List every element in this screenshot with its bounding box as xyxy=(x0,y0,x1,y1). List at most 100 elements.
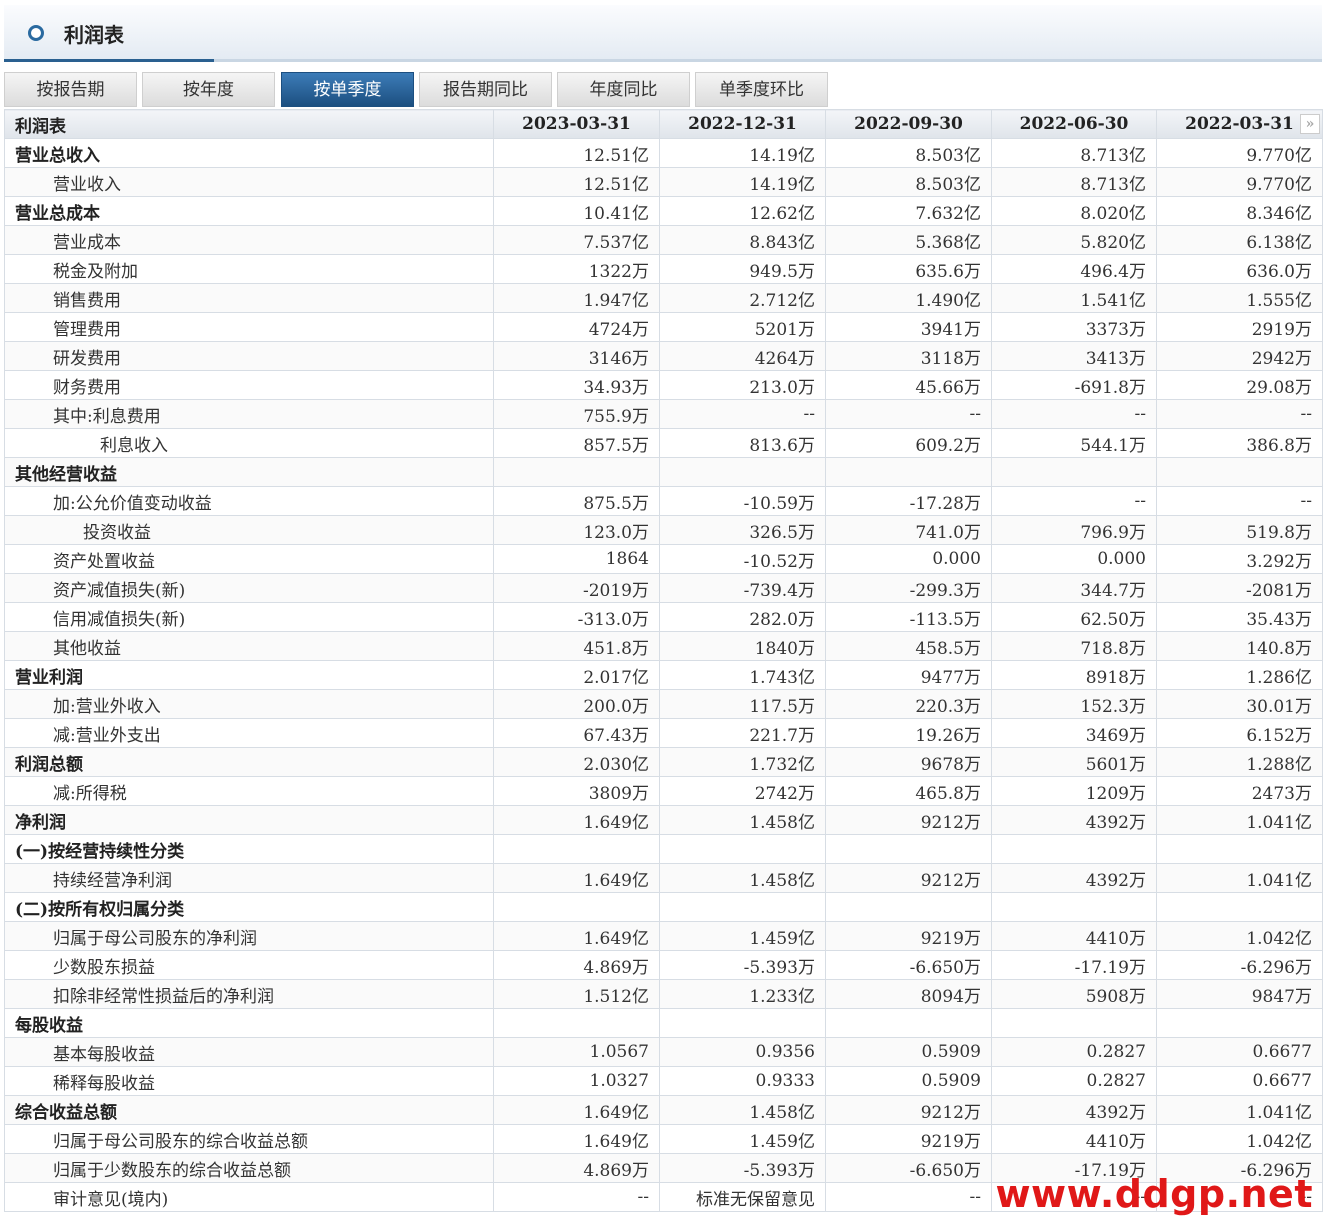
table-cell: 3469万 xyxy=(991,718,1157,748)
row-label: 营业成本 xyxy=(4,225,494,255)
table-cell: 1.649亿 xyxy=(493,921,660,951)
table-cell xyxy=(825,457,992,487)
table-cell: 0.6677 xyxy=(1156,1037,1323,1067)
table-cell: 3.292万 xyxy=(1156,544,1323,574)
table-cell: 4392万 xyxy=(991,1095,1157,1125)
table-cell: 4410万 xyxy=(991,1124,1157,1154)
table-row: 营业利润 2.017亿 1.743亿 9477万 8918万 1.286亿 xyxy=(4,660,1323,690)
page-title: 利润表 xyxy=(64,23,124,47)
table-cell xyxy=(493,1008,660,1038)
table-cell: 12.62亿 xyxy=(659,196,826,226)
table-cell: -10.52万 xyxy=(659,544,826,574)
table-row: 加:营业外收入 200.0万 117.5万 220.3万 152.3万 30.01万 xyxy=(4,689,1323,719)
table-cell: -- xyxy=(1156,486,1323,516)
tab-report-period-yoy[interactable]: 报告期同比 xyxy=(419,72,552,107)
table-cell: 1.490亿 xyxy=(825,283,992,313)
table-cell xyxy=(825,834,992,864)
table-cell: 1.649亿 xyxy=(493,805,660,835)
table-cell: 1.233亿 xyxy=(659,979,826,1009)
table-cell: 282.0万 xyxy=(659,602,826,632)
table-row: 少数股东损益 4.869万 -5.393万 -6.650万 -17.19万 -6.296万 xyxy=(4,950,1323,980)
table-cell: 5601万 xyxy=(991,747,1157,777)
row-label: 加:营业外收入 xyxy=(4,689,494,719)
table-cell: -299.3万 xyxy=(825,573,992,603)
table-cell: 34.93万 xyxy=(493,370,660,400)
table-cell: 875.5万 xyxy=(493,486,660,516)
row-label: 信用减值损失(新) xyxy=(4,602,494,632)
table-cell: -- xyxy=(825,399,992,429)
table-cell: -- xyxy=(1156,399,1323,429)
table-cell: 9847万 xyxy=(1156,979,1323,1009)
row-label: 营业利润 xyxy=(4,660,494,690)
table-cell: 9219万 xyxy=(825,1124,992,1154)
tab-by-year[interactable]: 按年度 xyxy=(142,72,275,107)
tab-by-report-period[interactable]: 按报告期 xyxy=(4,72,137,107)
row-label: 其他收益 xyxy=(4,631,494,661)
table-cell: 2919万 xyxy=(1156,312,1323,342)
table-cell: 4392万 xyxy=(991,805,1157,835)
table-row: 资产减值损失(新) -2019万 -739.4万 -299.3万 344.7万 -2081… xyxy=(4,573,1323,603)
column-header: 2022-06-30 xyxy=(991,109,1157,139)
table-cell: 1322万 xyxy=(493,254,660,284)
table-cell: 9212万 xyxy=(825,805,992,835)
table-cell: 10.41亿 xyxy=(493,196,660,226)
table-row: 销售费用 1.947亿 2.712亿 1.490亿 1.541亿 1.555亿 xyxy=(4,283,1323,313)
table-cell: 6.138亿 xyxy=(1156,225,1323,255)
tab-year-yoy[interactable]: 年度同比 xyxy=(557,72,690,107)
row-label: 基本每股收益 xyxy=(4,1037,494,1067)
row-label: 稀释每股收益 xyxy=(4,1066,494,1096)
table-cell: 1.041亿 xyxy=(1156,1095,1323,1125)
table-cell: 609.2万 xyxy=(825,428,992,458)
table-cell: 3941万 xyxy=(825,312,992,342)
table-cell: -- xyxy=(991,486,1157,516)
table-cell: 62.50万 xyxy=(991,602,1157,632)
table-cell: 1.042亿 xyxy=(1156,921,1323,951)
table-cell: 12.51亿 xyxy=(493,138,660,168)
table-cell: 45.66万 xyxy=(825,370,992,400)
table-cell: 1.041亿 xyxy=(1156,805,1323,835)
table-cell xyxy=(1156,457,1323,487)
column-header: 2022-03-31 » xyxy=(1156,109,1323,139)
table-cell: 635.6万 xyxy=(825,254,992,284)
table-cell: -2081万 xyxy=(1156,573,1323,603)
table-cell: 29.08万 xyxy=(1156,370,1323,400)
table-row: 财务费用 34.93万 213.0万 45.66万 -691.8万 29.08万 xyxy=(4,370,1323,400)
table-cell: 0.000 xyxy=(825,544,992,574)
table-cell: 718.8万 xyxy=(991,631,1157,661)
row-label: 投资收益 xyxy=(4,515,494,545)
tab-by-single-quarter[interactable]: 按单季度 xyxy=(281,72,414,107)
table-cell xyxy=(493,892,660,922)
table-cell: 1.732亿 xyxy=(659,747,826,777)
table-cell: 0.9356 xyxy=(659,1037,826,1067)
table-row: 营业收入 12.51亿 14.19亿 8.503亿 8.713亿 9.770亿 xyxy=(4,167,1323,197)
table-cell: 1.042亿 xyxy=(1156,1124,1323,1154)
table-cell: 标准无保留意见 xyxy=(659,1182,826,1212)
table-row: 其他收益 451.8万 1840万 458.5万 718.8万 140.8万 xyxy=(4,631,1323,661)
table-row: (一)按经营持续性分类 xyxy=(4,834,1323,864)
table-cell: 8.503亿 xyxy=(825,167,992,197)
table-cell: 14.19亿 xyxy=(659,167,826,197)
table-cell: 4410万 xyxy=(991,921,1157,951)
table-cell xyxy=(659,892,826,922)
row-label: (一)按经营持续性分类 xyxy=(4,834,494,864)
table-cell: 5.820亿 xyxy=(991,225,1157,255)
table-cell: 0.5909 xyxy=(825,1037,992,1067)
table-cell xyxy=(825,1008,992,1038)
table-row: 综合收益总额 1.649亿 1.458亿 9212万 4392万 1.041亿 xyxy=(4,1095,1323,1125)
table-row: 税金及附加 1322万 949.5万 635.6万 496.4万 636.0万 xyxy=(4,254,1323,284)
tab-single-quarter-qoq[interactable]: 单季度环比 xyxy=(695,72,828,107)
table-cell: 458.5万 xyxy=(825,631,992,661)
table-cell: 0.6677 xyxy=(1156,1066,1323,1096)
table-cell: 465.8万 xyxy=(825,776,992,806)
table-cell: 19.26万 xyxy=(825,718,992,748)
table-cell: 1.459亿 xyxy=(659,1124,826,1154)
table-row: 归属于母公司股东的综合收益总额 1.649亿 1.459亿 9219万 4410万 1.0… xyxy=(4,1124,1323,1154)
table-cell: 1.288亿 xyxy=(1156,747,1323,777)
row-label: 归属于少数股东的综合收益总额 xyxy=(4,1153,494,1183)
table-row: 营业成本 7.537亿 8.843亿 5.368亿 5.820亿 6.138亿 xyxy=(4,225,1323,255)
row-label: 资产减值损失(新) xyxy=(4,573,494,603)
double-chevron-right-icon[interactable]: » xyxy=(1300,114,1320,134)
table-row: 管理费用 4724万 5201万 3941万 3373万 2919万 xyxy=(4,312,1323,342)
table-cell: -6.650万 xyxy=(825,950,992,980)
table-cell: 9212万 xyxy=(825,863,992,893)
